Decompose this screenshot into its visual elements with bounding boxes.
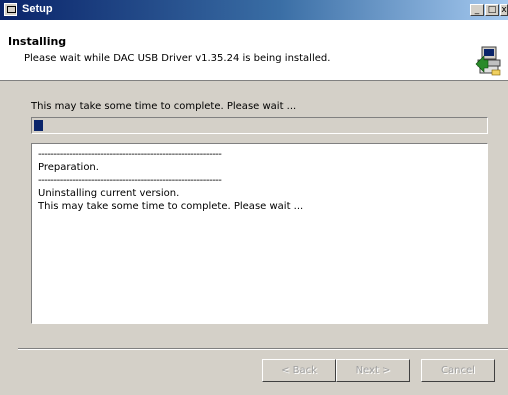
maximize-button[interactable]: □ xyxy=(485,4,499,16)
log-line-uninstalling: Uninstalling current version. xyxy=(38,188,180,199)
app-icon[interactable] xyxy=(4,3,17,16)
install-log[interactable]: ----------------------------------------… xyxy=(31,143,488,324)
title-bar[interactable]: Setup _ □ x xyxy=(0,0,508,20)
close-button[interactable]: x xyxy=(500,4,508,16)
setup-window: Setup _ □ x Installing Please wait while… xyxy=(0,0,508,395)
page-subtitle: Please wait while DAC USB Driver v1.35.2… xyxy=(24,53,331,64)
log-line-please-wait: This may take some time to complete. Ple… xyxy=(38,201,304,212)
minimize-button[interactable]: _ xyxy=(470,4,484,16)
window-title: Setup xyxy=(22,3,53,15)
log-line-separator: ----------------------------------------… xyxy=(38,149,222,160)
installer-computer-icon xyxy=(475,46,501,76)
cancel-button[interactable]: Cancel xyxy=(421,359,495,382)
back-button[interactable]: < Back xyxy=(262,359,336,382)
divider xyxy=(18,348,508,350)
info-text: This may take some time to complete. Ple… xyxy=(31,101,297,112)
next-button[interactable]: Next > xyxy=(336,359,410,382)
progress-fill xyxy=(34,120,43,131)
header-panel: Installing Please wait while DAC USB Dri… xyxy=(0,20,508,81)
log-line-preparation: Preparation. xyxy=(38,162,99,173)
page-title: Installing xyxy=(8,35,67,48)
progress-bar xyxy=(31,117,488,134)
log-line-separator: ----------------------------------------… xyxy=(38,175,222,186)
